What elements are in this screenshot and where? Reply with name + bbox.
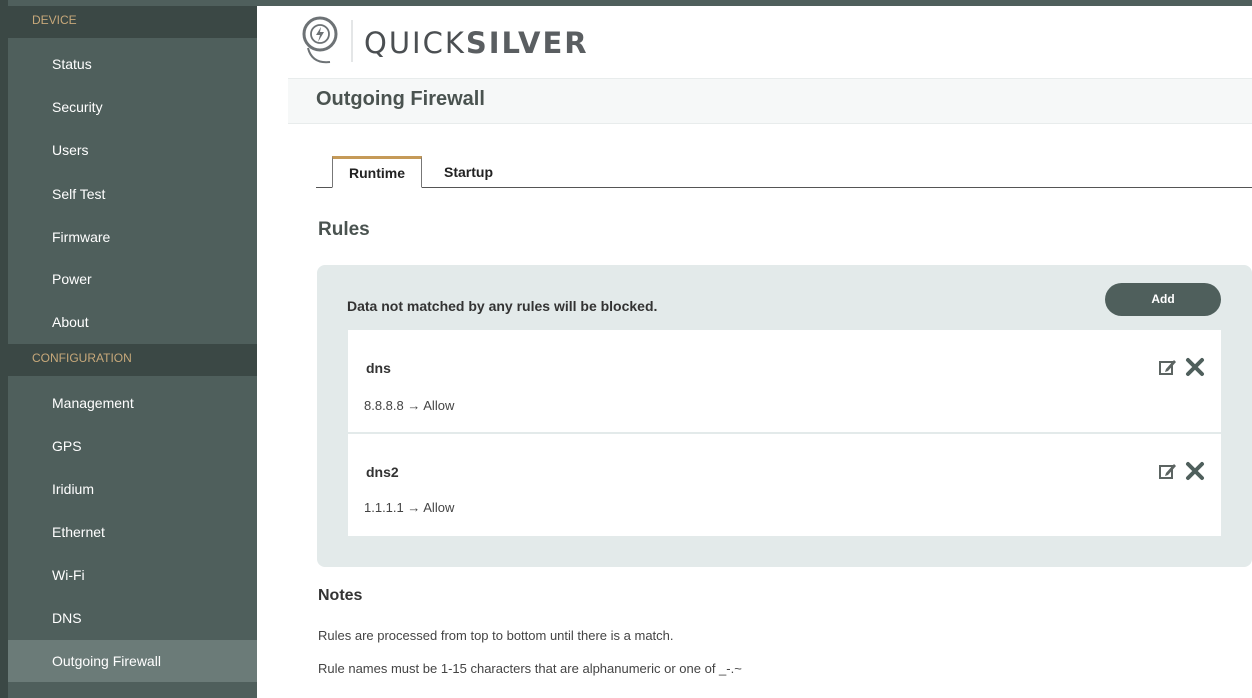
rules-section-title: Rules xyxy=(318,219,370,240)
rule-detail: 1.1.1.1 → Allow xyxy=(364,500,455,515)
note-text: Rule names must be 1-15 characters that … xyxy=(318,661,742,676)
notes-title: Notes xyxy=(318,587,363,604)
rules-panel-message: Data not matched by any rules will be bl… xyxy=(347,298,658,314)
edit-icon[interactable] xyxy=(1158,461,1178,481)
sidebar-item-iridium[interactable]: Iridium xyxy=(8,468,257,510)
sidebar-item-outgoing-firewall[interactable]: Outgoing Firewall xyxy=(8,640,257,682)
close-icon[interactable] xyxy=(1185,461,1205,481)
sidebar-item-security[interactable]: Security xyxy=(8,86,257,128)
rule-name: dns xyxy=(366,360,391,376)
sidebar-item-about[interactable]: About xyxy=(8,301,257,343)
sidebar-section-device: DEVICE xyxy=(8,6,257,38)
rule-name: dns2 xyxy=(366,464,399,480)
brand-wordmark-thin: QUICK xyxy=(364,26,466,60)
page-title: Outgoing Firewall xyxy=(316,88,485,110)
sidebar-item-gps[interactable]: GPS xyxy=(8,425,257,467)
rule-item: dns2 1.1.1.1 → Allow xyxy=(348,434,1221,536)
rule-detail: 8.8.8.8 → Allow xyxy=(364,398,455,413)
tab-runtime[interactable]: Runtime xyxy=(332,156,422,188)
edit-icon[interactable] xyxy=(1158,357,1178,377)
tab-startup[interactable]: Startup xyxy=(428,156,509,188)
rule-item: dns 8.8.8.8 → Allow xyxy=(348,330,1221,433)
close-icon[interactable] xyxy=(1185,357,1205,377)
sidebar-item-status[interactable]: Status xyxy=(8,43,257,85)
note-text: Rules are processed from top to bottom u… xyxy=(318,628,674,643)
sidebar-item-ethernet[interactable]: Ethernet xyxy=(8,511,257,553)
lightning-logo-icon xyxy=(302,16,353,64)
brand-wordmark: QUICKSILVER xyxy=(364,26,589,60)
add-rule-button[interactable]: Add xyxy=(1105,283,1221,316)
sidebar-item-management[interactable]: Management xyxy=(8,382,257,424)
sidebar-section-configuration: CONFIGURATION xyxy=(8,344,257,376)
sidebar-item-dns[interactable]: DNS xyxy=(8,597,257,639)
sidebar-item-wifi[interactable]: Wi-Fi xyxy=(8,554,257,596)
sidebar-item-power[interactable]: Power xyxy=(8,258,257,300)
sidebar-item-users[interactable]: Users xyxy=(8,129,257,171)
sidebar-item-firmware[interactable]: Firmware xyxy=(8,216,257,258)
brand-wordmark-bold: SILVER xyxy=(465,26,589,60)
sidebar-item-self-test[interactable]: Self Test xyxy=(8,173,257,215)
